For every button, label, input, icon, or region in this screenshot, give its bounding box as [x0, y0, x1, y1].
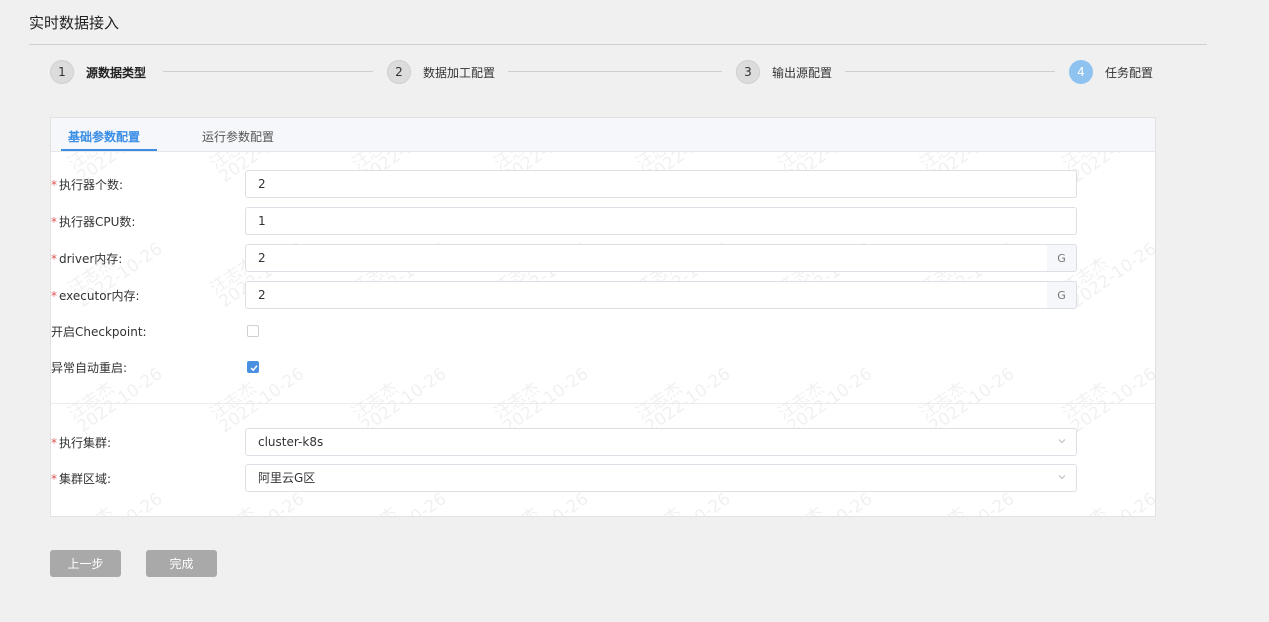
executor-count-label: * 执行器个数: — [51, 170, 123, 200]
cluster-select[interactable]: cluster-k8s — [245, 428, 1077, 456]
checkpoint-checkbox[interactable] — [247, 325, 259, 337]
step-4-number: 4 — [1069, 60, 1093, 84]
section-divider — [51, 403, 1155, 404]
executor-memory-unit: G — [1047, 281, 1077, 309]
region-select-value: 阿里云G区 — [258, 471, 316, 485]
active-tab-indicator — [61, 149, 157, 151]
checkpoint-row: 开启Checkpoint: — [51, 317, 1155, 347]
watermark-date: 2022-10-26 — [926, 489, 1018, 516]
step-connector — [845, 71, 1055, 72]
checkpoint-label: 开启Checkpoint: — [51, 325, 147, 339]
executor-count-label-text: 执行器个数: — [59, 178, 124, 192]
step-connector — [508, 71, 722, 72]
executor-memory-input[interactable]: 2 — [245, 281, 1048, 309]
step-1-label: 源数据类型 — [86, 65, 147, 80]
tab-bar: 基础参数配置 运行参数配置 — [51, 118, 1155, 152]
config-card: 汪志杰2022-10-26汪志杰2022-10-26汪志杰2022-10-26汪… — [50, 117, 1156, 517]
required-mark: * — [51, 289, 57, 303]
driver-memory-row: * driver内存: 2 G — [51, 244, 1155, 274]
watermark-date: 2022-10-26 — [500, 489, 592, 516]
auto-restart-row: 异常自动重启: — [51, 353, 1155, 383]
auto-restart-checkbox[interactable] — [247, 361, 259, 373]
required-mark: * — [51, 472, 57, 486]
watermark-date: 2022-10-26 — [784, 489, 876, 516]
required-mark: * — [51, 252, 57, 266]
watermark-date: 2022-10-26 — [358, 489, 450, 516]
tab-runtime-params[interactable]: 运行参数配置 — [202, 128, 274, 145]
driver-memory-unit: G — [1047, 244, 1077, 272]
watermark-date: 2022-10-26 — [74, 489, 166, 516]
executor-cpu-label: * 执行器CPU数: — [51, 207, 135, 237]
cluster-row: * 执行集群: cluster-k8s — [51, 428, 1155, 458]
executor-memory-label: * executor内存: — [51, 281, 140, 311]
executor-cpu-input[interactable]: 1 — [245, 207, 1077, 235]
step-1: 1 源数据类型 — [50, 59, 146, 85]
step-3-number: 3 — [736, 60, 760, 84]
checkmark-icon — [250, 365, 258, 372]
region-select[interactable]: 阿里云G区 — [245, 464, 1077, 492]
driver-memory-input[interactable]: 2 — [245, 244, 1048, 272]
region-label-text: 集群区域: — [59, 472, 112, 486]
region-row: * 集群区域: 阿里云G区 — [51, 464, 1155, 494]
step-2-number: 2 — [387, 60, 411, 84]
tab-basic-params[interactable]: 基础参数配置 — [68, 128, 140, 145]
executor-count-row: * 执行器个数: 2 — [51, 170, 1155, 200]
step-4-label: 任务配置 — [1105, 65, 1154, 80]
step-3: 3 输出源配置 — [736, 59, 832, 85]
chevron-down-icon — [1058, 439, 1066, 444]
step-connector — [163, 71, 373, 72]
step-3-label: 输出源配置 — [772, 65, 833, 80]
step-2-label: 数据加工配置 — [423, 65, 496, 80]
step-1-number: 1 — [50, 60, 74, 84]
cluster-select-value: cluster-k8s — [258, 435, 324, 449]
watermark-date: 2022-10-26 — [642, 489, 734, 516]
prev-step-button[interactable]: 上一步 — [50, 550, 121, 577]
steps-bar: 1 源数据类型 2 数据加工配置 3 输出源配置 4 任务配置 — [50, 59, 1160, 85]
executor-count-input[interactable]: 2 — [245, 170, 1077, 198]
watermark-date: 2022-10-26 — [1068, 489, 1155, 516]
step-2: 2 数据加工配置 — [387, 59, 495, 85]
driver-memory-label: * driver内存: — [51, 244, 122, 274]
executor-memory-row: * executor内存: 2 G — [51, 281, 1155, 311]
required-mark: * — [51, 215, 57, 229]
page-title: 实时数据接入 — [29, 14, 120, 32]
step-4: 4 任务配置 — [1069, 59, 1153, 85]
executor-cpu-row: * 执行器CPU数: 1 — [51, 207, 1155, 237]
region-label: * 集群区域: — [51, 464, 111, 494]
chevron-down-icon — [1058, 475, 1066, 480]
executor-cpu-label-text: 执行器CPU数: — [59, 215, 136, 229]
required-mark: * — [51, 178, 57, 192]
driver-memory-label-text: driver内存: — [59, 252, 123, 266]
cluster-label: * 执行集群: — [51, 428, 111, 458]
title-divider — [29, 44, 1207, 45]
required-mark: * — [51, 436, 57, 450]
auto-restart-label: 异常自动重启: — [51, 361, 128, 375]
watermark-date: 2022-10-26 — [216, 489, 308, 516]
finish-button[interactable]: 完成 — [146, 550, 217, 577]
executor-memory-label-text: executor内存: — [59, 289, 140, 303]
cluster-label-text: 执行集群: — [59, 436, 112, 450]
